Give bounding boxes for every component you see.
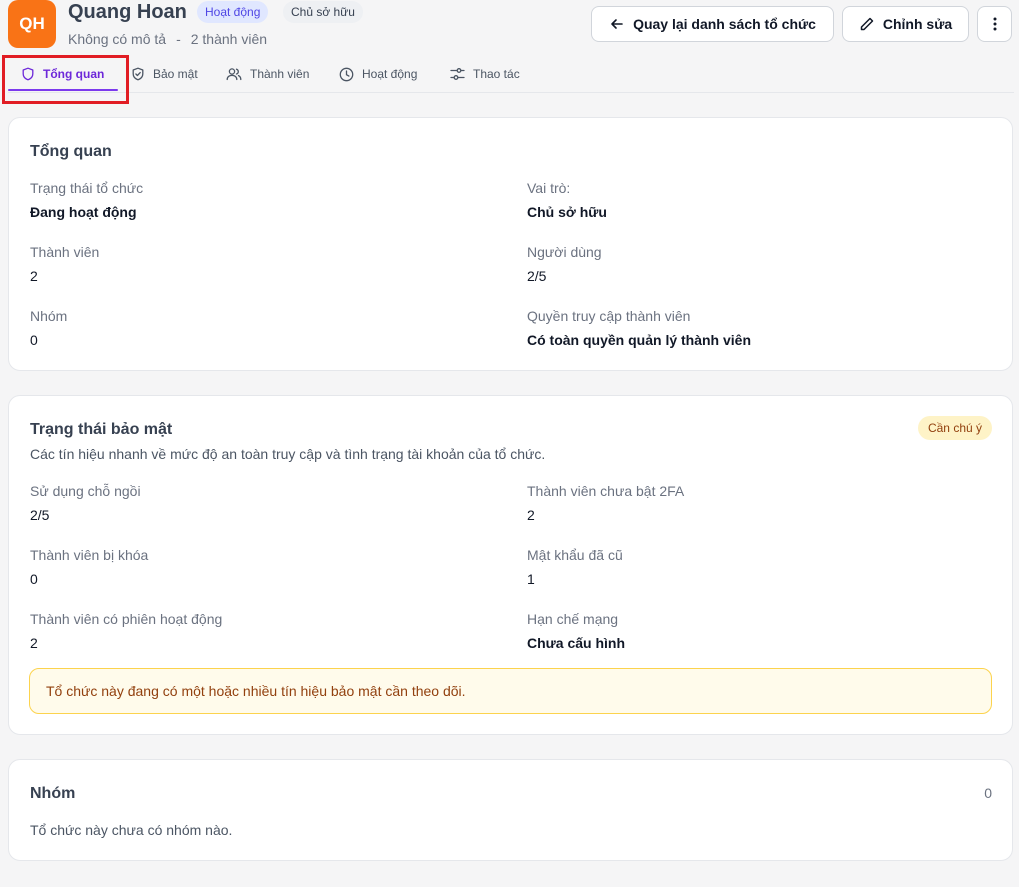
back-to-list-button[interactable]: Quay lại danh sách tổ chức xyxy=(591,6,834,42)
field-value-members: 2 xyxy=(30,268,38,284)
highlight-annotation-box xyxy=(2,55,129,104)
tab-actions-label: Thao tác xyxy=(473,67,520,81)
shield-check-icon xyxy=(132,67,144,81)
org-name: Quang Hoan xyxy=(68,1,187,23)
tab-members[interactable]: Thành viên xyxy=(226,56,309,92)
edit-button[interactable]: Chỉnh sửa xyxy=(842,6,969,42)
more-actions-button[interactable] xyxy=(977,6,1012,42)
field-label-locked-members: Thành viên bị khóa xyxy=(30,547,149,563)
security-card-title: Trạng thái bảo mật xyxy=(30,421,173,438)
field-value-role: Chủ sở hữu xyxy=(527,204,607,220)
field-label-org-status: Trạng thái tổ chức xyxy=(30,180,144,196)
status-badge: Hoạt động xyxy=(197,1,269,23)
clock-icon xyxy=(339,67,354,81)
users-icon xyxy=(226,68,242,81)
org-tabs: Tổng quan Bảo mật Thành viên Hoạt động T… xyxy=(8,56,1014,93)
tab-members-label: Thành viên xyxy=(250,67,310,81)
org-avatar: QH xyxy=(8,0,56,48)
security-card-description: Các tín hiệu nhanh về mức độ an toàn tru… xyxy=(30,446,546,462)
tab-security-label: Bảo mật xyxy=(153,67,198,81)
needs-attention-badge: Cần chú ý xyxy=(917,416,992,440)
more-vertical-icon xyxy=(993,17,996,31)
field-value-old-passwords: 1 xyxy=(527,571,535,587)
overview-card-title: Tổng quan xyxy=(30,143,112,160)
field-label-seat-usage: Sử dụng chỗ ngồi xyxy=(30,483,141,499)
edit-button-label: Chỉnh sửa xyxy=(882,16,953,32)
field-label-network-restriction: Hạn chế mạng xyxy=(527,611,619,627)
role-badge: Chủ sở hữu xyxy=(283,1,363,23)
field-label-members: Thành viên xyxy=(30,244,100,260)
org-subline: Không có mô tả -2 thành viên xyxy=(68,31,267,47)
overview-card: Tổng quan Trạng thái tổ chức Đang hoạt đ… xyxy=(8,117,1013,371)
field-value-member-access: Có toàn quyền quản lý thành viên xyxy=(527,332,752,348)
field-label-member-access: Quyền truy cập thành viên xyxy=(527,308,691,324)
field-label-old-passwords: Mật khẩu đã cũ xyxy=(527,547,623,563)
security-status-card: Trạng thái bảo mật Cần chú ý Các tín hiệ… xyxy=(8,395,1013,735)
field-value-groups: 0 xyxy=(30,332,38,348)
field-label-groups: Nhóm xyxy=(30,308,68,324)
field-label-users: Người dùng xyxy=(527,244,602,260)
field-value-locked-members: 0 xyxy=(30,571,38,587)
pencil-icon xyxy=(860,17,874,31)
groups-card: Nhóm 0 Tổ chức này chưa có nhóm nào. xyxy=(8,759,1013,861)
groups-count: 0 xyxy=(984,785,992,801)
field-value-org-status: Đang hoạt động xyxy=(30,204,137,220)
field-value-seat-usage: 2/5 xyxy=(30,507,50,523)
tab-activity[interactable]: Hoạt động xyxy=(339,56,417,92)
groups-card-title: Nhóm xyxy=(30,785,76,802)
tab-security[interactable]: Bảo mật xyxy=(131,56,198,92)
subline-separator: - xyxy=(176,31,181,47)
field-label-no-2fa: Thành viên chưa bật 2FA xyxy=(527,483,685,499)
field-value-no-2fa: 2 xyxy=(527,507,535,523)
back-button-label: Quay lại danh sách tổ chức xyxy=(633,16,816,32)
field-label-active-sessions: Thành viên có phiên hoạt động xyxy=(30,611,223,627)
tab-actions[interactable]: Thao tác xyxy=(450,56,520,92)
arrow-left-icon xyxy=(611,19,623,29)
sliders-icon xyxy=(450,68,465,80)
field-label-role: Vai trò: xyxy=(527,180,571,196)
security-alert-text: Tổ chức này đang có một hoặc nhiều tín h… xyxy=(46,683,466,699)
field-value-users: 2/5 xyxy=(527,268,547,284)
field-value-active-sessions: 2 xyxy=(30,635,38,651)
member-count: 2 thành viên xyxy=(190,31,268,47)
groups-empty-text: Tổ chức này chưa có nhóm nào. xyxy=(30,822,233,838)
security-alert: Tổ chức này đang có một hoặc nhiều tín h… xyxy=(29,668,992,714)
org-description: Không có mô tả xyxy=(68,31,167,47)
tab-activity-label: Hoạt động xyxy=(362,67,418,81)
field-value-network-restriction: Chưa cấu hình xyxy=(527,635,626,651)
